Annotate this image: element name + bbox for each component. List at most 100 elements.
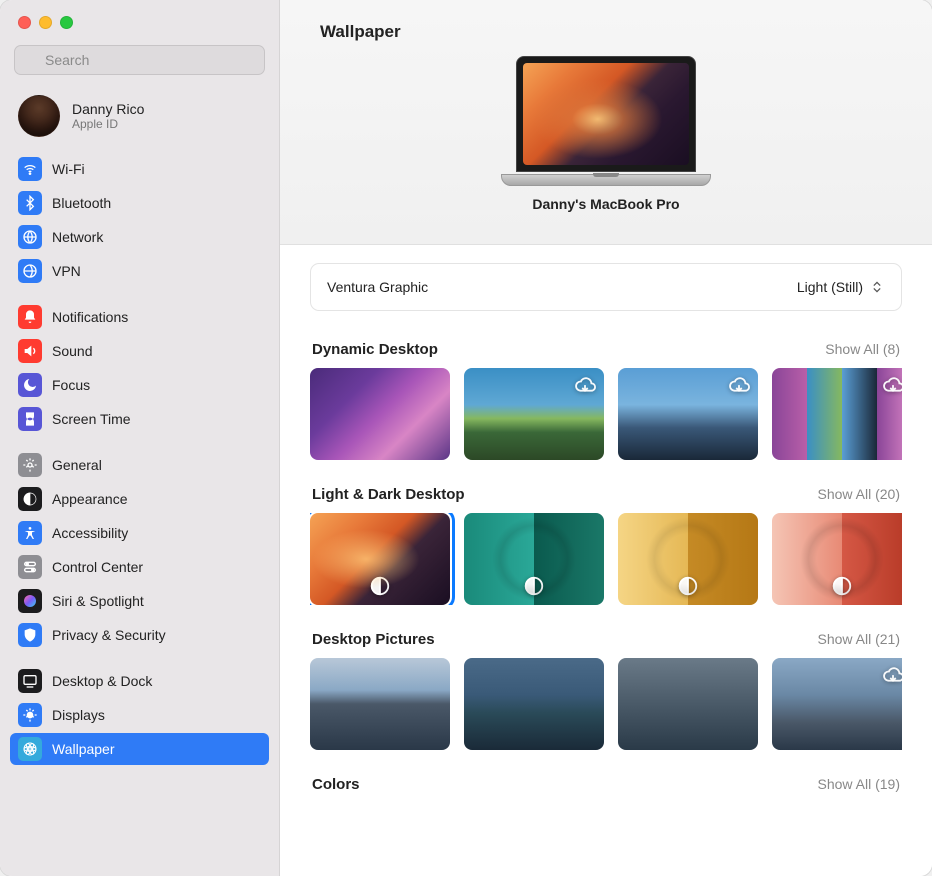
wallpaper-thumb[interactable] xyxy=(772,658,902,750)
sidebar-item-accessibility[interactable]: Accessibility xyxy=(10,517,269,549)
sidebar-item-focus[interactable]: Focus xyxy=(10,369,269,401)
network-icon xyxy=(18,225,42,249)
avatar xyxy=(18,95,60,137)
sidebar-item-notifications[interactable]: Notifications xyxy=(10,301,269,333)
sidebar-item-desktop-dock[interactable]: Desktop & Dock xyxy=(10,665,269,697)
wallpaper-thumb[interactable] xyxy=(618,513,758,605)
show-all-link[interactable]: Show All (8) xyxy=(825,341,900,357)
sidebar-item-wifi[interactable]: Wi-Fi xyxy=(10,153,269,185)
appearance-mode-icon xyxy=(369,575,391,597)
appearance-mode-icon xyxy=(523,575,545,597)
desktop-dock-icon xyxy=(18,669,42,693)
wallpaper-thumb[interactable] xyxy=(310,368,450,460)
device-name: Danny's MacBook Pro xyxy=(532,196,679,212)
general-icon xyxy=(18,453,42,477)
download-icon xyxy=(882,666,902,688)
appearance-icon xyxy=(18,487,42,511)
sidebar-item-label: Accessibility xyxy=(52,525,128,541)
sidebar-item-label: Control Center xyxy=(52,559,143,575)
fullscreen-window-button[interactable] xyxy=(60,16,73,29)
wallpaper-thumb[interactable] xyxy=(464,513,604,605)
sidebar-item-label: Displays xyxy=(52,707,105,723)
download-icon xyxy=(882,376,902,398)
wallpaper-thumb[interactable] xyxy=(618,368,758,460)
page-title: Wallpaper xyxy=(320,22,892,42)
vpn-icon xyxy=(18,259,42,283)
section-colors: Colors Show All (19) xyxy=(310,776,902,793)
wifi-icon xyxy=(18,157,42,181)
sidebar-item-privacy[interactable]: Privacy & Security xyxy=(10,619,269,651)
wallpaper-mode-popup[interactable]: Light (Still) xyxy=(797,278,885,296)
sidebar-item-label: General xyxy=(52,457,102,473)
section-desktop-pictures: Desktop Pictures Show All (21) xyxy=(310,631,902,750)
section-title: Desktop Pictures xyxy=(312,631,435,648)
sidebar-item-displays[interactable]: Displays xyxy=(10,699,269,731)
popup-arrows-icon xyxy=(869,278,885,296)
sidebar-item-appearance[interactable]: Appearance xyxy=(10,483,269,515)
sidebar-item-label: Appearance xyxy=(52,491,128,507)
sidebar-item-siri[interactable]: Siri & Spotlight xyxy=(10,585,269,617)
section-title: Light & Dark Desktop xyxy=(312,486,465,503)
wallpaper-icon xyxy=(18,737,42,761)
notifications-icon xyxy=(18,305,42,329)
download-icon xyxy=(574,376,596,398)
wallpaper-thumb[interactable] xyxy=(618,658,758,750)
section-light-dark: Light & Dark Desktop Show All (20) xyxy=(310,486,902,605)
wallpaper-thumb[interactable] xyxy=(464,368,604,460)
appearance-mode-icon xyxy=(677,575,699,597)
sidebar-item-control-center[interactable]: Control Center xyxy=(10,551,269,583)
window-controls xyxy=(0,0,279,41)
wallpaper-thumb[interactable] xyxy=(772,368,902,460)
sidebar-item-label: Bluetooth xyxy=(52,195,111,211)
wallpaper-thumb[interactable] xyxy=(464,658,604,750)
sidebar-item-label: Siri & Spotlight xyxy=(52,593,144,609)
wallpaper-mode-label: Light (Still) xyxy=(797,279,863,295)
current-wallpaper-bar: Ventura Graphic Light (Still) xyxy=(310,263,902,311)
show-all-link[interactable]: Show All (21) xyxy=(818,631,900,647)
focus-icon xyxy=(18,373,42,397)
sidebar-item-sound[interactable]: Sound xyxy=(10,335,269,367)
search-input[interactable] xyxy=(14,45,265,75)
sidebar-item-label: Wallpaper xyxy=(52,741,115,757)
sound-icon xyxy=(18,339,42,363)
privacy-icon xyxy=(18,623,42,647)
wallpaper-thumb[interactable] xyxy=(310,658,450,750)
section-title: Dynamic Desktop xyxy=(312,341,438,358)
control-center-icon xyxy=(18,555,42,579)
sidebar-item-label: Sound xyxy=(52,343,92,359)
current-wallpaper-name: Ventura Graphic xyxy=(327,279,428,295)
sidebar-item-bluetooth[interactable]: Bluetooth xyxy=(10,187,269,219)
show-all-link[interactable]: Show All (19) xyxy=(818,776,900,792)
sidebar-item-label: Screen Time xyxy=(52,411,131,427)
sidebar-item-label: Network xyxy=(52,229,103,245)
minimize-window-button[interactable] xyxy=(39,16,52,29)
sidebar-item-label: Wi-Fi xyxy=(52,161,85,177)
bluetooth-icon xyxy=(18,191,42,215)
sidebar-item-label: Focus xyxy=(52,377,90,393)
sidebar-item-label: VPN xyxy=(52,263,81,279)
sidebar-item-general[interactable]: General xyxy=(10,449,269,481)
wallpaper-thumb[interactable] xyxy=(772,513,902,605)
sidebar-item-screen-time[interactable]: Screen Time xyxy=(10,403,269,435)
device-preview: Danny's MacBook Pro xyxy=(320,56,892,230)
sidebar-item-wallpaper[interactable]: Wallpaper xyxy=(10,733,269,765)
sidebar: Danny Rico Apple ID Wi-Fi Bluetooth Networ… xyxy=(0,0,280,876)
sidebar-item-label: Privacy & Security xyxy=(52,627,166,643)
siri-icon xyxy=(18,589,42,613)
screen-time-icon xyxy=(18,407,42,431)
wallpaper-thumb[interactable] xyxy=(310,513,450,605)
sidebar-item-network[interactable]: Network xyxy=(10,221,269,253)
download-icon xyxy=(728,376,750,398)
appearance-mode-icon xyxy=(831,575,853,597)
sidebar-item-vpn[interactable]: VPN xyxy=(10,255,269,287)
account-name: Danny Rico xyxy=(72,101,144,117)
show-all-link[interactable]: Show All (20) xyxy=(818,486,900,502)
close-window-button[interactable] xyxy=(18,16,31,29)
main-content: Wallpaper Danny's MacBook Pro Ventura Gr… xyxy=(280,0,932,876)
displays-icon xyxy=(18,703,42,727)
sidebar-item-label: Desktop & Dock xyxy=(52,673,152,689)
section-dynamic-desktop: Dynamic Desktop Show All (8) xyxy=(310,341,902,460)
laptop-preview xyxy=(501,56,711,186)
account-sub: Apple ID xyxy=(72,117,144,131)
apple-id-account[interactable]: Danny Rico Apple ID xyxy=(0,85,279,153)
